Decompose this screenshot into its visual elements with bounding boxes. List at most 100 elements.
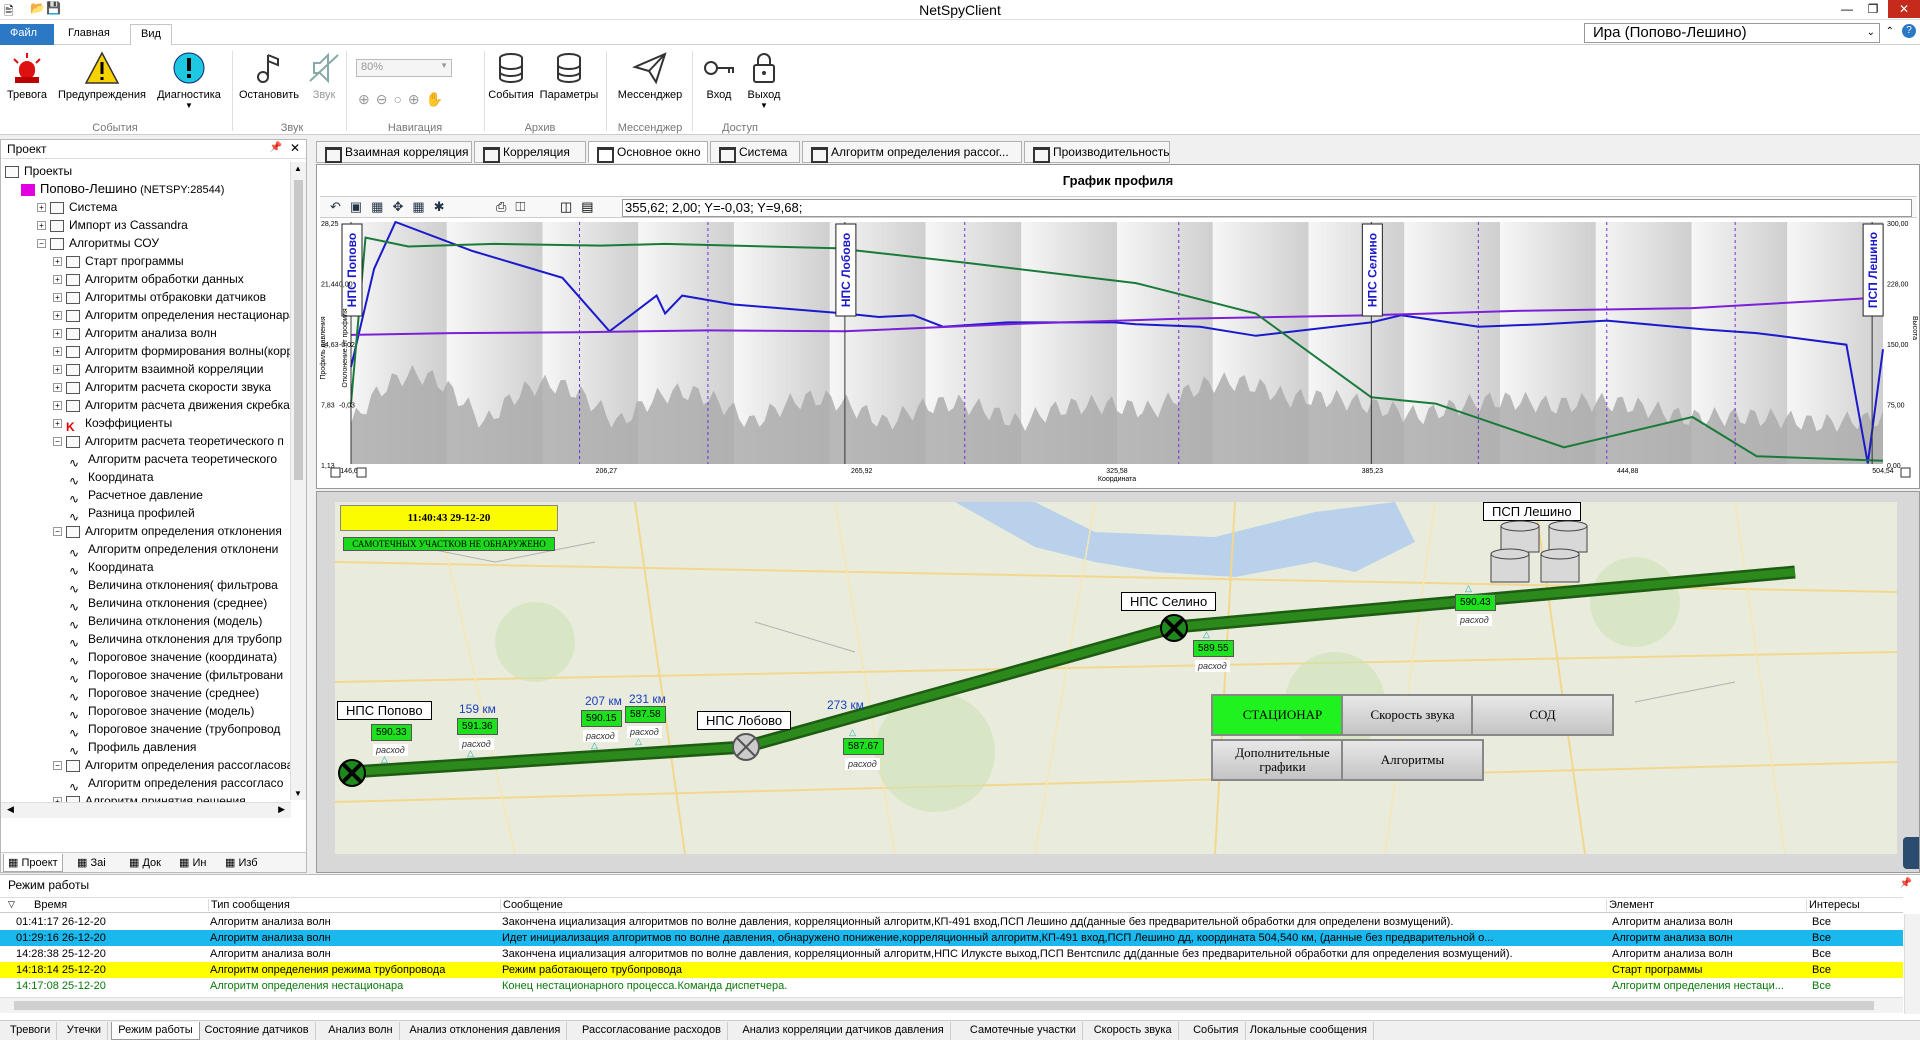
tree-item[interactable]: ∿ Величина отклонения( фильтрова (1, 576, 291, 596)
tree-item[interactable]: + Система (1, 198, 291, 216)
tree-item[interactable]: + Алгоритм взаимной корреляции (1, 360, 291, 378)
warnings-button[interactable]: Предупреждения (54, 51, 150, 101)
tree-item[interactable]: + Алгоритм определения нестационара (1, 306, 291, 324)
tab-documents[interactable]: ▦ Док (125, 854, 165, 872)
tree-item[interactable]: ∿ Пороговое значение (трубопровод (1, 720, 291, 740)
tree-item[interactable]: − Алгоритмы СОУ (1, 234, 291, 252)
tab-info[interactable]: ▦ Ин (175, 854, 210, 872)
export-icons[interactable]: ◫▤ (560, 199, 603, 215)
project-tree[interactable]: Проекты Попово-Лешино (NETSPY:28544) + Сист… (1, 162, 291, 802)
zoom-select[interactable]: 80% ▼ (356, 59, 452, 77)
tree-item[interactable]: ∿ Пороговое значение (среднее) (1, 684, 291, 704)
sensor-value[interactable]: 587.67 (843, 738, 884, 755)
bottom-tab[interactable]: События (1187, 1022, 1246, 1040)
pin-icon[interactable]: 📌 (1900, 878, 1912, 889)
expand-icon[interactable]: + (53, 365, 62, 375)
tab-3[interactable]: Система (710, 141, 800, 163)
tree-item[interactable]: + Алгоритм анализа волн (1, 324, 291, 342)
expand-icon[interactable]: + (53, 293, 62, 303)
tab-favorites[interactable]: ▦ Изб (221, 854, 262, 872)
tree-item[interactable]: + Алгоритмы отбраковки датчиков (1, 288, 291, 306)
messenger-button[interactable]: Мессенджер (612, 51, 688, 101)
bottom-tab[interactable]: Самотечные участки (964, 1022, 1083, 1040)
tree-item[interactable]: ∿ Пороговое значение (координата) (1, 648, 291, 668)
tree-item[interactable]: ∿ Координата (1, 468, 291, 488)
log-row[interactable]: 14:28:38 25-12-20 Алгоритм анализа волн За… (0, 946, 1903, 962)
tree-item[interactable]: ∿ Расчетное давление (1, 486, 291, 506)
col-time[interactable]: Время (34, 899, 67, 911)
tree-item[interactable]: + Алгоритм принятия решения (1, 792, 291, 802)
tree-item[interactable]: + Импорт из Cassandra (1, 216, 291, 234)
sensor-value[interactable]: 590.33 (371, 724, 412, 741)
scroll-up-icon[interactable]: ▲ (294, 164, 302, 173)
bottom-tab[interactable]: Режим работы (111, 1022, 200, 1040)
log-row[interactable]: 01:29:16 26-12-20 Алгоритм анализа волн Ид… (0, 930, 1903, 946)
sod-button[interactable]: СОД (1471, 694, 1614, 736)
help-icon[interactable]: ? (1902, 24, 1916, 38)
expand-icon[interactable]: + (37, 203, 46, 213)
tree-item[interactable]: + Алгоритм расчета движения скребка (1, 396, 291, 414)
tree-item[interactable]: ∿ Алгоритм определения рассогласо (1, 774, 291, 794)
sort-icon[interactable]: ▽ (8, 899, 15, 910)
station-lobovo-icon[interactable] (731, 732, 761, 762)
tree-item[interactable]: Попово-Лешино (NETSPY:28544) (1, 180, 291, 198)
tree-item[interactable]: + Алгоритм обработки данных (1, 270, 291, 288)
close-icon[interactable]: ✕ (290, 141, 300, 155)
alarm-button[interactable]: Тревога (4, 51, 50, 101)
tree-hscrollbar[interactable]: ◀ ▶ (1, 802, 291, 818)
tree-item[interactable]: ∿ Величина отклонения (модель) (1, 612, 291, 632)
navigation-icons[interactable]: ⊕⊖○⊕✋ (358, 91, 449, 108)
sensor-value[interactable]: 589.55 (1193, 640, 1234, 657)
profile-select[interactable]: Ира (Попово-Лешино) ⌄ (1584, 23, 1880, 43)
scroll-thumb[interactable] (294, 180, 303, 480)
tab-5[interactable]: Производительность (1024, 141, 1170, 163)
bottom-tab[interactable]: Утечки (61, 1022, 109, 1040)
chart-checkbox[interactable] (356, 467, 367, 478)
expand-icon[interactable]: + (53, 347, 62, 357)
expand-icon[interactable]: + (53, 329, 62, 339)
col-element[interactable]: Элемент (1606, 899, 1654, 911)
stop-button[interactable]: Остановить (236, 51, 302, 101)
log-row[interactable]: 14:18:14 25-12-20 Алгоритм определения ре… (0, 962, 1903, 978)
tab-favorites-a[interactable]: ▦ Заі (73, 854, 110, 872)
sensor-value[interactable]: 587.58 (625, 706, 666, 723)
login-button[interactable]: Вход (698, 51, 740, 101)
tree-item[interactable]: ∿ Алгоритм определения отклонени (1, 540, 291, 560)
col-interests[interactable]: Интересы (1806, 899, 1860, 911)
expand-icon[interactable]: − (37, 239, 46, 249)
tree-item[interactable]: + Старт программы (1, 252, 291, 270)
events-button[interactable]: События (488, 51, 534, 101)
logout-button[interactable]: Выход ▼ (742, 51, 786, 110)
additional-charts-button[interactable]: Дополнительные графики (1211, 739, 1354, 781)
tank-farm-icon[interactable] (1483, 520, 1603, 592)
parameters-button[interactable]: Параметры (536, 51, 602, 101)
profile-chart[interactable]: НПС Попово НПС Лобово НПС Селино ПСП Лешино… (317, 218, 1919, 488)
scroll-right-icon[interactable]: ▶ (278, 804, 285, 815)
tree-item[interactable]: ∿ Алгоритм расчета теоретического (1, 450, 291, 470)
tab-4[interactable]: Алгоритм определения рассог... (802, 141, 1022, 163)
chart-checkbox[interactable] (330, 467, 341, 478)
pipeline-map[interactable]: 11:40:43 29-12-20 САМОТЕЧНЫХ УЧАСТКОВ НЕ… (335, 502, 1897, 854)
sensor-value[interactable]: 591.36 (457, 718, 498, 735)
stationary-button[interactable]: СТАЦИОНАР (1211, 694, 1354, 736)
expand-icon[interactable]: + (53, 275, 62, 285)
log-hscrollbar[interactable] (0, 997, 1903, 1013)
station-selino-icon[interactable] (1159, 613, 1189, 643)
tree-item[interactable]: ∿ Пороговое значение (фильтровани (1, 666, 291, 686)
chart-checkbox[interactable] (1900, 467, 1911, 478)
expand-icon[interactable]: − (53, 527, 62, 537)
menu-file[interactable]: Файл (0, 24, 54, 45)
restore-button[interactable]: ❐ (1860, 0, 1886, 18)
col-message[interactable]: Сообщение (500, 899, 563, 911)
tab-project[interactable]: ▦ Проект (3, 854, 63, 872)
bottom-tab[interactable]: Скорость звука (1088, 1022, 1179, 1040)
print-save-icons[interactable]: ⎙◫ (496, 199, 534, 215)
scroll-left-icon[interactable]: ◀ (7, 804, 14, 815)
tree-item[interactable]: − Алгоритм определения рассогласова (1, 756, 291, 774)
log-vscrollbar[interactable] (1904, 914, 1920, 1014)
tab-2[interactable]: Основное окно (588, 141, 708, 163)
tree-item[interactable]: − Алгоритм расчета теоретического п (1, 432, 291, 450)
expand-icon[interactable]: + (53, 383, 62, 393)
col-type[interactable]: Тип сообщения (208, 899, 290, 911)
station-popovo-icon[interactable] (337, 758, 367, 788)
